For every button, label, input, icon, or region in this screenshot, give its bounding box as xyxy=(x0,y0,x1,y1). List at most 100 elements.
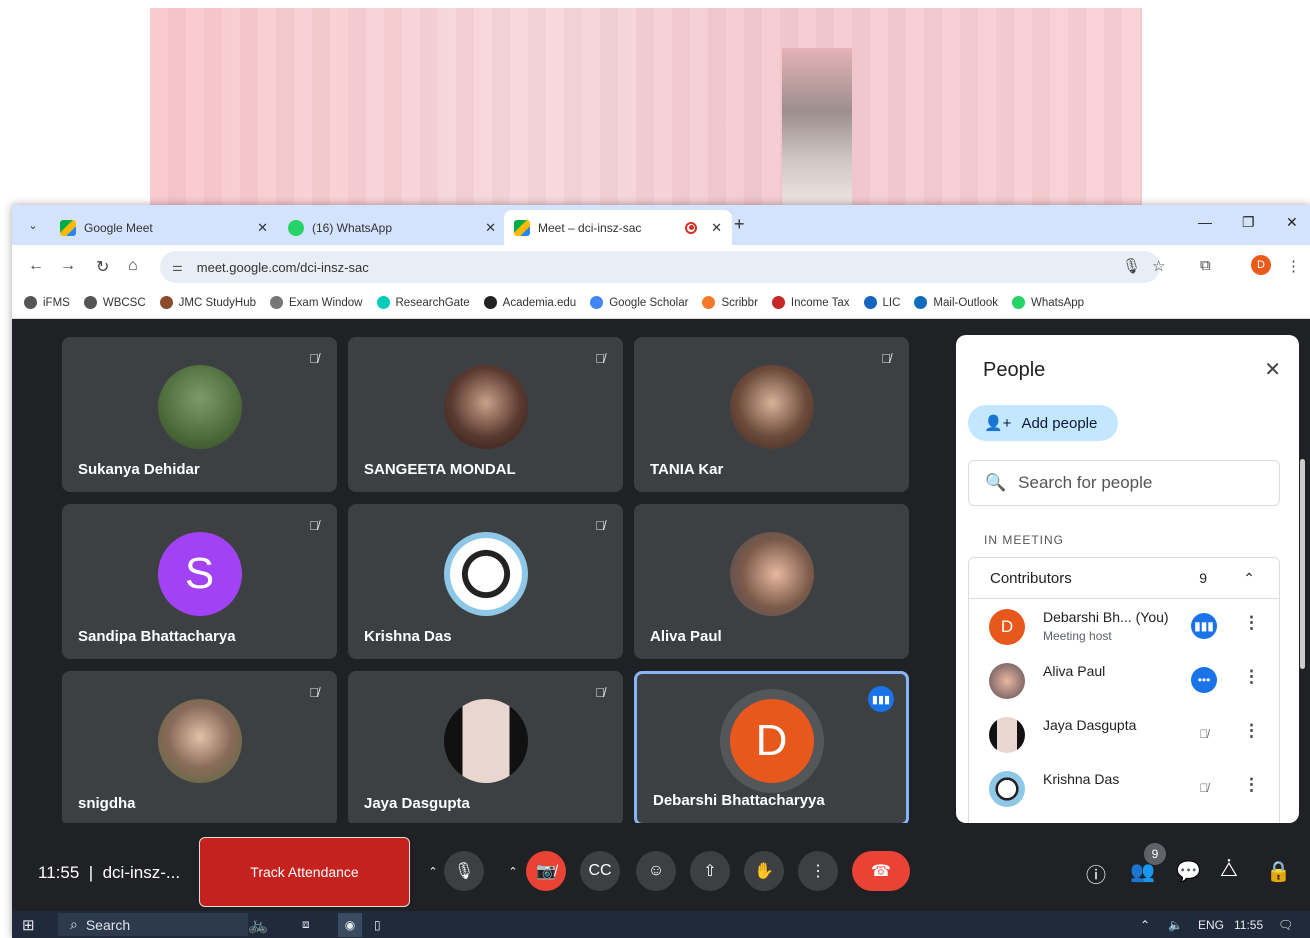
close-icon[interactable]: ✕ xyxy=(485,220,496,236)
more-options-icon[interactable]: ⋮ xyxy=(1243,721,1260,741)
participant-tile-active-speaker[interactable]: D ▮▮▮ Debarshi Bhattacharyya xyxy=(634,671,909,826)
lic-icon xyxy=(863,296,877,309)
speaking-indicator-icon: ▮▮▮ xyxy=(1191,613,1217,639)
menu-icon[interactable]: ⋮ xyxy=(1286,257,1301,275)
activities-icon[interactable]: ⧊ xyxy=(1220,859,1238,882)
meet-icon xyxy=(60,219,76,236)
tab-whatsapp[interactable]: (16) WhatsApp ✕ xyxy=(278,210,506,245)
system-clock[interactable]: 11:55 xyxy=(1234,918,1263,932)
new-tab-button[interactable]: + xyxy=(734,214,745,235)
browser-window: ⌄ Google Meet ✕ (16) WhatsApp ✕ Meet – d… xyxy=(12,205,1310,938)
language-indicator[interactable]: ENG xyxy=(1198,918,1224,932)
participant-tile[interactable]: 🎙̸ TANIA Kar xyxy=(634,337,909,492)
bookmark[interactable]: iFMS xyxy=(24,296,70,309)
bicycle-icon[interactable]: 🚲 xyxy=(248,915,268,935)
microphone-button[interactable]: 🎙 xyxy=(444,851,484,891)
mic-off-icon: 🎙̸ xyxy=(309,517,319,533)
avatar xyxy=(989,663,1025,699)
profile-avatar[interactable]: D xyxy=(1251,255,1271,275)
microphone-icon[interactable]: 🎙 xyxy=(1122,257,1141,275)
participant-tile[interactable]: S 🎙̸ Sandipa Bhattacharya xyxy=(62,504,337,659)
more-options-icon[interactable]: ⋮ xyxy=(1243,613,1260,633)
participant-tile[interactable]: Aliva Paul xyxy=(634,504,909,659)
chevron-up-icon[interactable]: ⌃ xyxy=(500,851,526,891)
chat-icon[interactable]: 💬 xyxy=(1176,859,1201,884)
list-item[interactable]: Krishna Das 🎙̸ ⋮ xyxy=(969,761,1279,815)
bookmark[interactable]: JMC StudyHub xyxy=(159,296,256,309)
list-item[interactable]: Jaya Dasgupta 🎙̸ ⋮ xyxy=(969,707,1279,761)
raise-hand-button[interactable]: ✋ xyxy=(744,851,784,891)
jmc-icon xyxy=(159,296,173,309)
participant-photo xyxy=(729,531,814,616)
mic-off-icon[interactable]: 🎙̸ xyxy=(1191,775,1217,801)
site-settings-icon[interactable]: ⚌ xyxy=(172,260,183,274)
camera-off-button[interactable]: 📷̸ xyxy=(526,851,566,891)
star-icon[interactable]: ☆ xyxy=(1152,257,1165,275)
chrome-icon[interactable]: ◉ xyxy=(338,912,362,937)
pink-banner-image xyxy=(150,8,1142,208)
forward-icon[interactable]: → xyxy=(60,257,76,275)
participant-tile[interactable]: 🎙̸ SANGEETA MONDAL xyxy=(348,337,623,492)
tab-meet-active[interactable]: Meet – dci-insz-sac ✕ xyxy=(504,210,732,245)
participant-photo xyxy=(157,698,242,783)
tab-label: Google Meet xyxy=(84,220,153,235)
info-icon[interactable]: ⓘ xyxy=(1086,859,1106,888)
participant-tile[interactable]: 🎙̸ Sukanya Dehidar xyxy=(62,337,337,492)
more-options-button[interactable]: ⋮ xyxy=(798,851,838,891)
participant-avatar: D xyxy=(729,698,814,783)
close-icon[interactable]: ✕ xyxy=(711,220,722,236)
present-screen-button[interactable]: ⇧ xyxy=(690,851,730,891)
bookmark[interactable]: LIC xyxy=(863,296,900,309)
scrollbar[interactable] xyxy=(1300,459,1305,669)
volume-icon[interactable]: 🔈 xyxy=(1168,918,1183,932)
list-item[interactable]: Aliva Paul ••• ⋮ xyxy=(969,653,1279,707)
bookmark[interactable]: Academia.edu xyxy=(483,296,576,309)
add-people-button[interactable]: 👤+ Add people xyxy=(968,405,1118,441)
minimize-icon[interactable]: — xyxy=(1198,214,1212,230)
search-people-input[interactable]: 🔍 Search for people xyxy=(968,460,1280,506)
list-item[interactable]: D Debarshi Bh... (You) Meeting host ▮▮▮ … xyxy=(969,599,1279,653)
file-icon[interactable]: ▯ xyxy=(374,918,381,932)
bookmark[interactable]: ResearchGate xyxy=(376,296,470,309)
captions-button[interactable]: CC xyxy=(580,851,620,891)
reload-icon[interactable]: ↻ xyxy=(96,257,109,277)
extensions-icon[interactable]: ⧉ xyxy=(1200,257,1211,274)
bookmark[interactable]: Income Tax xyxy=(771,296,850,309)
more-options-icon[interactable]: ⋮ xyxy=(1243,667,1260,687)
bookmark[interactable]: Mail-Outlook xyxy=(914,296,998,309)
tab-google-meet[interactable]: Google Meet ✕ xyxy=(50,210,278,245)
bookmark[interactable]: WBCSC xyxy=(83,296,146,309)
tab-search-icon[interactable]: ⌄ xyxy=(22,214,44,236)
participant-tile[interactable]: 🎙̸ Jaya Dasgupta xyxy=(348,671,623,826)
host-controls-icon[interactable]: 🔒 xyxy=(1266,859,1291,884)
taskbar-search[interactable]: ⌕ Search xyxy=(58,913,248,936)
close-window-icon[interactable]: ✕ xyxy=(1286,214,1298,231)
task-view-icon[interactable]: ⧈ xyxy=(302,917,310,932)
participant-list: D Debarshi Bh... (You) Meeting host ▮▮▮ … xyxy=(968,599,1280,823)
close-icon[interactable]: ✕ xyxy=(257,220,268,236)
chevron-up-icon[interactable]: ⌃ xyxy=(1243,570,1255,587)
participant-tile[interactable]: 🎙̸ snigdha xyxy=(62,671,337,826)
more-options-icon[interactable]: ⋮ xyxy=(1243,775,1260,795)
participant-tile[interactable]: 🎙̸ Krishna Das xyxy=(348,504,623,659)
track-attendance-button[interactable]: Track Attendance xyxy=(199,837,410,907)
bookmark[interactable]: Google Scholar xyxy=(590,296,688,309)
address-bar[interactable]: ⚌ meet.google.com/dci-insz-sac xyxy=(160,251,1160,283)
bookmark[interactable]: Scribbr xyxy=(702,296,758,309)
close-icon[interactable]: ✕ xyxy=(1264,357,1281,382)
tab-strip: ⌄ Google Meet ✕ (16) WhatsApp ✕ Meet – d… xyxy=(12,205,1310,245)
chevron-up-icon[interactable]: ⌃ xyxy=(1140,918,1150,932)
bookmark[interactable]: WhatsApp xyxy=(1011,296,1084,309)
mic-off-icon[interactable]: 🎙̸ xyxy=(1191,721,1217,747)
home-icon[interactable]: ⌂ xyxy=(128,257,138,275)
contributors-group[interactable]: Contributors 9 ⌃ xyxy=(968,557,1280,599)
back-icon[interactable]: ← xyxy=(28,257,44,275)
chevron-up-icon[interactable]: ⌃ xyxy=(420,851,446,891)
notifications-icon[interactable]: 🗨 xyxy=(1278,918,1293,932)
restore-icon[interactable]: ❐ xyxy=(1242,214,1255,231)
emoji-button[interactable]: ☺ xyxy=(636,851,676,891)
bookmark[interactable]: Exam Window xyxy=(270,296,363,309)
participant-name: Sukanya Dehidar xyxy=(78,461,200,478)
leave-call-button[interactable]: ☎ xyxy=(852,851,910,891)
windows-start-icon[interactable]: ⊞ xyxy=(22,916,35,934)
